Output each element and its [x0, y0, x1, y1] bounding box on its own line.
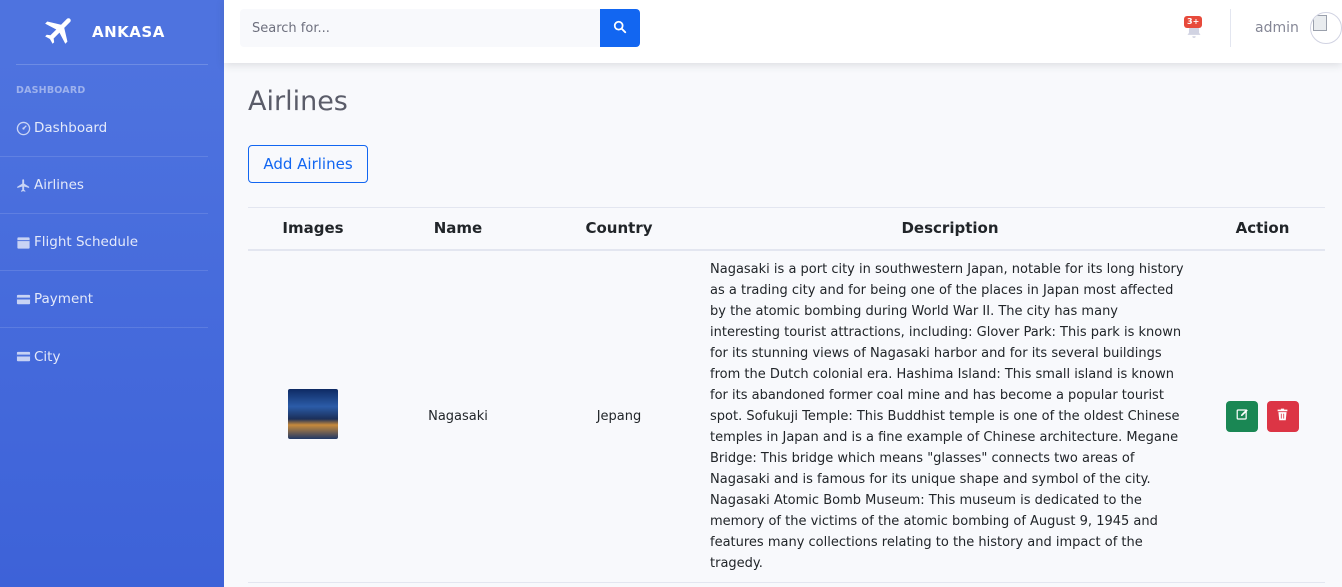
column-header-name: Name: [378, 207, 538, 251]
column-header-country: Country: [538, 207, 700, 251]
add-airlines-button[interactable]: Add Airlines: [248, 145, 368, 183]
brand[interactable]: ANKASA: [0, 0, 224, 64]
column-header-action: Action: [1200, 207, 1325, 251]
edit-icon: [1236, 408, 1249, 425]
table-row: Nagasaki Jepang Nagasaki is a port city …: [248, 249, 1325, 583]
column-header-description: Description: [700, 207, 1200, 251]
search-icon: [613, 19, 627, 38]
search-button[interactable]: [600, 9, 640, 47]
action-cell: [1200, 249, 1325, 583]
sidebar-item-payment[interactable]: Payment: [0, 271, 208, 328]
topbar: 3+ admin: [224, 0, 1342, 63]
edit-button[interactable]: [1226, 400, 1259, 432]
search-bar: [240, 9, 640, 47]
sidebar-item-label: Dashboard: [34, 120, 108, 136]
sidebar-item-city[interactable]: City: [0, 328, 208, 385]
calendar-icon: [16, 235, 31, 250]
delete-button[interactable]: [1266, 400, 1299, 432]
page-title: Airlines: [248, 86, 348, 117]
topbar-divider: [1230, 9, 1231, 47]
column-header-images: Images: [248, 207, 378, 251]
gauge-icon: [16, 121, 31, 136]
airline-image: [288, 389, 338, 439]
notification-badge: 3+: [1184, 16, 1203, 28]
country-cell: Jepang: [538, 249, 700, 583]
sidebar-item-label: Payment: [34, 291, 94, 307]
description-cell: Nagasaki is a port city in southwestern …: [700, 249, 1200, 583]
credit-card-icon: [16, 349, 31, 364]
sidebar-item-flight-schedule[interactable]: Flight Schedule: [0, 214, 208, 271]
search-input[interactable]: [240, 9, 600, 47]
table-header-row: Images Name Country Description Action: [248, 207, 1325, 251]
user-name[interactable]: admin: [1255, 20, 1299, 36]
plane-icon: [16, 178, 31, 193]
sidebar-item-label: Airlines: [34, 177, 84, 193]
sidebar-item-airlines[interactable]: Airlines: [0, 157, 208, 214]
trash-icon: [1276, 408, 1289, 425]
plane-logo-icon: [42, 12, 78, 52]
avatar[interactable]: [1310, 12, 1342, 44]
name-cell: Nagasaki: [378, 249, 538, 583]
sidebar-heading: DASHBOARD: [16, 85, 86, 96]
airlines-table: Images Name Country Description Action N…: [248, 207, 1325, 583]
sidebar-item-label: City: [34, 348, 61, 365]
sidebar-item-dashboard[interactable]: Dashboard: [0, 100, 208, 157]
credit-card-icon: [16, 292, 31, 307]
image-cell: [248, 249, 378, 583]
brand-name: ANKASA: [92, 23, 165, 41]
sidebar-item-label: Flight Schedule: [34, 234, 139, 250]
sidebar: ANKASA DASHBOARD Dashboard Airlines Flig…: [0, 0, 224, 587]
